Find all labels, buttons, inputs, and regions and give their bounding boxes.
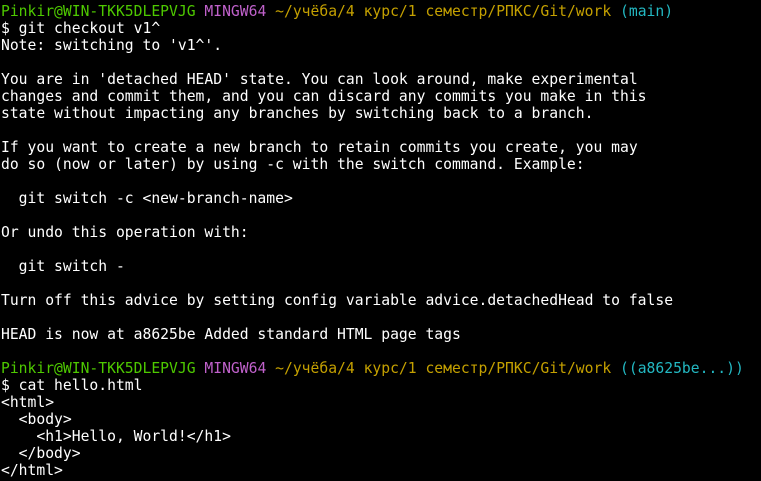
prompt-path: ~/учёба/4 курс/1 семестр/РПКС/Git/work (275, 3, 612, 20)
prompt-branch: ((a8625be...)) (620, 360, 744, 377)
prompt-line: Pinkir@WIN-TKK5DLEPVJG MINGW64 ~/учёба/4… (1, 3, 761, 20)
output-line: <body> (1, 411, 72, 428)
terminal-window[interactable]: Pinkir@WIN-TKK5DLEPVJG MINGW64 ~/учёба/4… (0, 0, 761, 481)
output-line: Note: switching to 'v1^'. (1, 37, 223, 54)
output-line: changes and commit them, and you can dis… (1, 88, 647, 105)
prompt-branch: (main) (620, 3, 674, 20)
prompt-line: Pinkir@WIN-TKK5DLEPVJG MINGW64 ~/учёба/4… (1, 360, 761, 377)
output-line: git switch -c <new-branch-name> (1, 190, 293, 207)
output-line: git switch - (1, 258, 125, 275)
prompt-shell: MINGW64 (204, 360, 267, 377)
prompt-path: ~/учёба/4 курс/1 семестр/РПКС/Git/work (275, 360, 612, 377)
output-line: You are in 'detached HEAD' state. You ca… (1, 71, 638, 88)
output-line: state without impacting any branches by … (1, 105, 594, 122)
output-line: </html> (1, 462, 63, 479)
output-line: Turn off this advice by setting config v… (1, 292, 674, 309)
output-line: <h1>Hello, World!</h1> (1, 428, 231, 445)
prompt-user-host: Pinkir@WIN-TKK5DLEPVJG (1, 360, 196, 377)
output-line: </body> (1, 445, 81, 462)
prompt-shell: MINGW64 (204, 3, 267, 20)
command-line: $ cat hello.html (1, 377, 143, 394)
output-line: <html> (1, 394, 55, 411)
command-line: $ git checkout v1^ (1, 20, 161, 37)
prompt-user-host: Pinkir@WIN-TKK5DLEPVJG (1, 3, 196, 20)
output-line: HEAD is now at a8625be Added standard HT… (1, 326, 461, 343)
output-line: Or undo this operation with: (1, 224, 249, 241)
output-line: do so (now or later) by using -c with th… (1, 156, 585, 173)
output-line: If you want to create a new branch to re… (1, 139, 638, 156)
